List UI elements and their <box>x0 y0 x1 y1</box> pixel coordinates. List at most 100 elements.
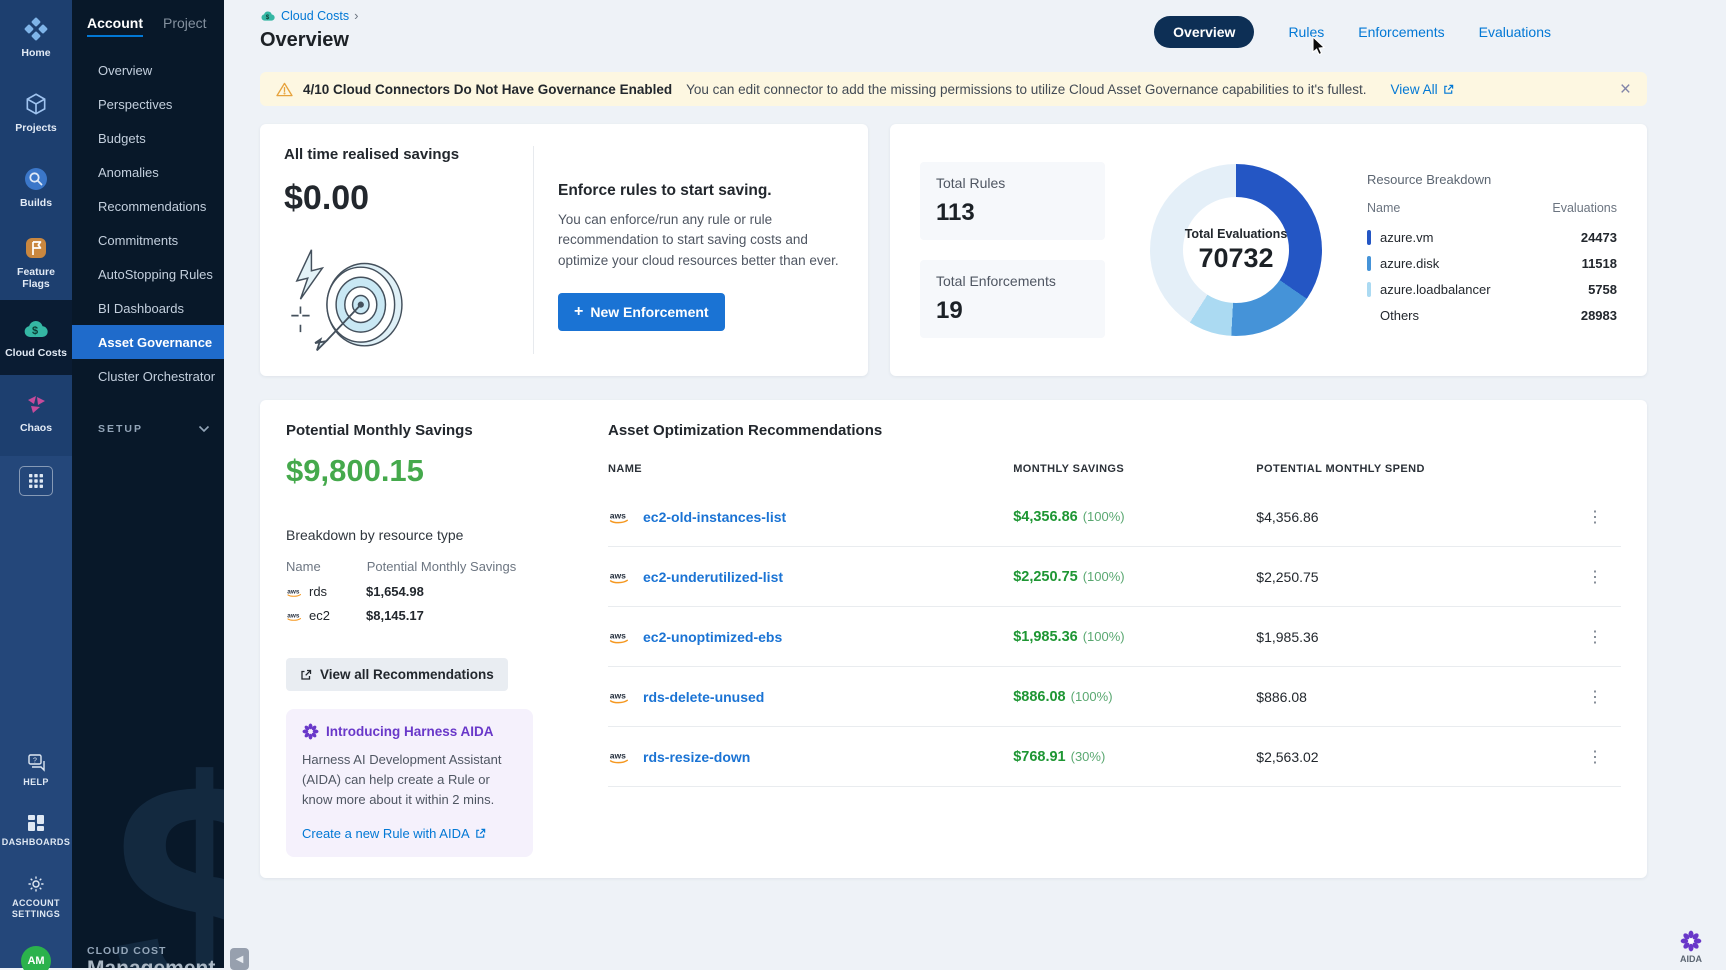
footer-management: Management <box>87 957 215 968</box>
dollar-watermark: $ <box>112 708 224 968</box>
breadcrumb-cloud-costs[interactable]: Cloud Costs <box>281 9 349 23</box>
chaos-icon <box>23 391 49 417</box>
rail-apps-section <box>0 456 72 506</box>
donut-center: Total Evaluations 70732 <box>1183 197 1289 303</box>
rail-item-home[interactable]: Home <box>0 0 72 75</box>
resource-savings-header: Name Potential Monthly Savings <box>286 559 568 574</box>
rail-item-projects[interactable]: Projects <box>0 75 72 150</box>
apps-grid-button[interactable] <box>19 466 53 496</box>
row-menu-kebab-icon[interactable]: ⋮ <box>1569 567 1621 587</box>
tab-account[interactable]: Account <box>87 15 143 37</box>
external-link-icon <box>1443 84 1454 95</box>
dashboards-icon <box>27 814 45 832</box>
governance-warning-banner: 4/10 Cloud Connectors Do Not Have Govern… <box>260 72 1647 106</box>
sidebar-items: Overview Perspectives Budgets Anomalies … <box>72 53 224 393</box>
realised-savings-value: $0.00 <box>284 179 509 218</box>
account-settings-label: ACCOUNT SETTINGS <box>0 898 72 921</box>
gear-icon <box>27 875 45 893</box>
rail-item-chaos[interactable]: Chaos <box>0 375 72 450</box>
new-enforcement-button[interactable]: + New Enforcement <box>558 293 725 331</box>
enforce-cta-body: You can enforce/run any rule or rule rec… <box>558 210 844 271</box>
rail-item-feature-flags[interactable]: Feature Flags <box>0 225 72 300</box>
sidebar-item-recommendations[interactable]: Recommendations <box>72 189 224 223</box>
legend-color-swatch <box>1367 230 1371 245</box>
aws-icon: aws <box>608 749 632 765</box>
col-monthly-savings: MONTHLY SAVINGS <box>1013 463 1256 475</box>
legend-row: Others 28983 <box>1367 303 1617 329</box>
row-menu-kebab-icon[interactable]: ⋮ <box>1569 687 1621 707</box>
table-header: NAME MONTHLY SAVINGS POTENTIAL MONTHLY S… <box>608 463 1621 487</box>
cloud-costs-breadcrumb-icon: $ <box>260 9 276 23</box>
rail-label: Builds <box>18 197 54 209</box>
table-row: aws ec2-old-instances-list $4,356.86(100… <box>608 487 1621 547</box>
sidebar-item-perspectives[interactable]: Perspectives <box>72 87 224 121</box>
resource-breakdown-title: Resource Breakdown <box>1367 172 1617 187</box>
asset-optimization-title: Asset Optimization Recommendations <box>608 422 1621 439</box>
account-settings-button[interactable]: ACCOUNT SETTINGS <box>0 875 72 921</box>
col-potential-savings: Potential Monthly Savings <box>367 559 517 574</box>
setup-section-toggle[interactable]: SETUP <box>72 415 224 443</box>
sidebar-item-budgets[interactable]: Budgets <box>72 121 224 155</box>
help-button[interactable]: ? HELP <box>23 754 49 788</box>
total-rules-value: 113 <box>936 199 1089 227</box>
tab-project[interactable]: Project <box>163 15 207 37</box>
rule-link[interactable]: ec2-unoptimized-ebs <box>643 629 782 645</box>
tab-enforcements[interactable]: Enforcements <box>1358 24 1444 40</box>
rule-link[interactable]: ec2-underutilized-list <box>643 569 783 585</box>
chevron-left-icon: ◀ <box>236 954 244 965</box>
tab-evaluations[interactable]: Evaluations <box>1479 24 1551 40</box>
banner-message: You can edit connector to add the missin… <box>686 82 1366 97</box>
sidebar-collapse-handle[interactable]: ◀ <box>230 948 249 970</box>
svg-text:$: $ <box>266 13 270 20</box>
banner-close-icon[interactable]: × <box>1620 80 1631 99</box>
view-all-recommendations-button[interactable]: View all Recommendations <box>286 658 508 691</box>
sidebar-item-commitments[interactable]: Commitments <box>72 223 224 257</box>
table-row: aws rds-resize-down $768.91(30%) $2,563.… <box>608 727 1621 787</box>
aida-fab[interactable]: AIDA <box>1680 930 1702 964</box>
sidebar-item-bi-dashboards[interactable]: BI Dashboards <box>72 291 224 325</box>
sidebar-item-asset-governance[interactable]: Asset Governance <box>72 325 224 359</box>
rail-item-cloud-costs[interactable]: $ Cloud Costs <box>0 300 72 375</box>
rule-link[interactable]: rds-delete-unused <box>643 689 764 705</box>
warning-icon <box>276 82 293 97</box>
main-content: $ Cloud Costs › Overview Overview Rules … <box>224 0 1726 968</box>
sidebar-item-anomalies[interactable]: Anomalies <box>72 155 224 189</box>
total-enforcements-label: Total Enforcements <box>936 273 1089 289</box>
realised-savings-label: All time realised savings <box>284 146 509 163</box>
row-menu-kebab-icon[interactable]: ⋮ <box>1569 627 1621 647</box>
breakdown-by-resource-title: Breakdown by resource type <box>286 527 568 543</box>
row-menu-kebab-icon[interactable]: ⋮ <box>1569 507 1621 527</box>
page-title: Overview <box>260 29 358 52</box>
svg-text:aws: aws <box>610 630 626 640</box>
dashboards-button[interactable]: DASHBOARDS <box>2 814 71 848</box>
aws-icon: aws <box>608 509 632 525</box>
sidebar-item-autostopping-rules[interactable]: AutoStopping Rules <box>72 257 224 291</box>
banner-view-all-link[interactable]: View All <box>1391 82 1454 97</box>
svg-text:aws: aws <box>610 510 626 520</box>
asset-optimization-table: Asset Optimization Recommendations NAME … <box>608 422 1621 856</box>
rail-label: Cloud Costs <box>3 347 69 359</box>
aida-flower-icon <box>1680 930 1702 952</box>
scope-tabs: Account Project <box>72 0 224 45</box>
rule-link[interactable]: ec2-old-instances-list <box>643 509 786 525</box>
user-avatar[interactable]: AM <box>21 946 51 970</box>
svg-text:aws: aws <box>287 588 300 595</box>
rail-label: Home <box>19 47 52 59</box>
rule-link[interactable]: rds-resize-down <box>643 749 750 765</box>
rail-item-builds[interactable]: Builds <box>0 150 72 225</box>
tab-rules[interactable]: Rules <box>1288 24 1324 40</box>
sidebar-item-overview[interactable]: Overview <box>72 53 224 87</box>
aida-body: Harness AI Development Assistant (AIDA) … <box>302 750 517 810</box>
recommendations-card: Potential Monthly Savings $9,800.15 Brea… <box>260 400 1647 878</box>
harness-home-icon <box>23 16 49 42</box>
svg-text:aws: aws <box>610 570 626 580</box>
tab-overview[interactable]: Overview <box>1154 16 1254 48</box>
svg-text:?: ? <box>33 757 37 764</box>
sidebar-item-cluster-orchestrator[interactable]: Cluster Orchestrator <box>72 359 224 393</box>
governance-nav: Overview Rules Enforcements Evaluations <box>1154 16 1551 48</box>
legend-row: azure.disk 11518 <box>1367 251 1617 277</box>
breadcrumb: $ Cloud Costs › <box>260 8 358 23</box>
aida-title: Introducing Harness AIDA <box>326 724 494 739</box>
create-rule-with-aida-link[interactable]: Create a new Rule with AIDA <box>302 826 486 841</box>
row-menu-kebab-icon[interactable]: ⋮ <box>1569 747 1621 767</box>
